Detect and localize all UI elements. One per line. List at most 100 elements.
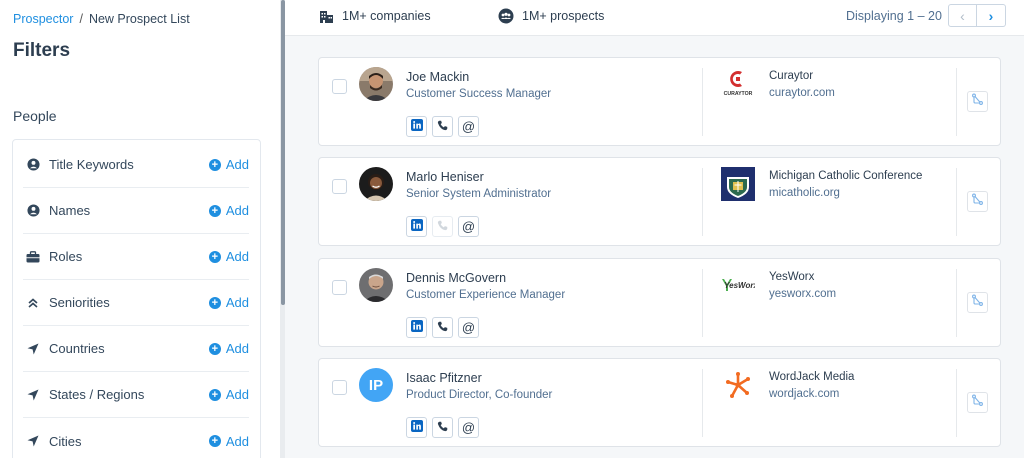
filter-seniorities[interactable]: Seniorities + Add [23, 280, 249, 326]
plus-icon: + [208, 435, 221, 447]
column-divider [956, 68, 957, 136]
phone-button[interactable] [432, 116, 453, 137]
email-button[interactable]: @ [458, 216, 479, 237]
plus-icon: + [208, 204, 221, 217]
add-button[interactable]: + Add [208, 249, 249, 264]
linkedin-button[interactable] [406, 417, 427, 438]
company-domain: micatholic.org [769, 187, 840, 199]
company-name[interactable]: Curaytor [769, 70, 813, 82]
filter-label: Seniorities [49, 295, 110, 310]
filter-countries[interactable]: Countries + Add [23, 326, 249, 372]
location-arrow-icon [26, 434, 40, 448]
linkedin-icon [410, 419, 423, 437]
column-divider [702, 168, 703, 236]
sequence-icon [971, 93, 984, 111]
at-sign-icon: @ [461, 119, 476, 134]
add-button[interactable]: + Add [208, 157, 249, 172]
linkedin-button[interactable] [406, 216, 427, 237]
logo-text: CURAYTOR [724, 91, 753, 97]
enroll-sequence-button[interactable] [967, 292, 988, 313]
filter-label: Title Keywords [49, 157, 134, 172]
add-button[interactable]: + Add [208, 341, 249, 356]
phone-button[interactable] [432, 317, 453, 338]
add-label: Add [225, 341, 249, 356]
phone-icon [437, 419, 448, 437]
avatar [359, 67, 393, 101]
filters-title: Filters [13, 40, 71, 61]
filter-cities[interactable]: Cities + Add [23, 418, 249, 458]
company-domain: curaytor.com [769, 87, 835, 99]
breadcrumb-current: New Prospect List [88, 12, 190, 26]
filter-states-regions[interactable]: States / Regions + Add [23, 372, 249, 418]
filter-title-keywords[interactable]: Title Keywords + Add [23, 142, 249, 188]
select-checkbox[interactable] [332, 280, 347, 295]
column-divider [702, 269, 703, 337]
people-filter-list: Title Keywords + Add Names + Add Roles + Ad… [12, 139, 261, 458]
add-label: Add [225, 387, 249, 402]
pagination: ‹ › [948, 4, 1006, 27]
company-name[interactable]: Michigan Catholic Conference [769, 170, 922, 182]
phone-button[interactable] [432, 417, 453, 438]
next-page-button[interactable]: › [977, 4, 1006, 27]
email-button[interactable]: @ [458, 317, 479, 338]
breadcrumb-prospector-link[interactable]: Prospector [13, 12, 73, 26]
column-divider [956, 269, 957, 337]
location-arrow-icon [26, 388, 40, 402]
select-checkbox[interactable] [332, 179, 347, 194]
prospect-title: Product Director, Co-founder [406, 389, 553, 401]
plus-icon: + [208, 250, 221, 263]
prospect-card[interactable]: Marlo Heniser Senior System Administrato… [318, 157, 1001, 246]
enroll-sequence-button[interactable] [967, 392, 988, 413]
company-domain: yesworx.com [769, 288, 837, 300]
filters-sidebar: Prospector / New Prospect List Filters Peo… [0, 0, 278, 458]
breadcrumb: Prospector / New Prospect List [13, 12, 190, 26]
plus-icon: + [208, 342, 221, 355]
prospect-card[interactable]: Joe Mackin Customer Success Manager @ CU… [318, 57, 1001, 146]
enroll-sequence-button[interactable] [967, 191, 988, 212]
prospect-title: Senior System Administrator [406, 188, 552, 200]
filter-names[interactable]: Names + Add [23, 188, 249, 234]
prospect-name[interactable]: Isaac Pfitzner [406, 371, 482, 385]
breadcrumb-separator: / [79, 12, 83, 26]
add-label: Add [225, 203, 249, 218]
prospect-card[interactable]: IP Isaac Pfitzner Product Director, Co-f… [318, 358, 1001, 447]
email-button[interactable]: @ [458, 116, 479, 137]
prospect-name[interactable]: Joe Mackin [406, 70, 469, 84]
add-button[interactable]: + Add [208, 434, 249, 449]
add-button[interactable]: + Add [208, 295, 249, 310]
company-name[interactable]: YesWorx [769, 271, 814, 283]
linkedin-button[interactable] [406, 317, 427, 338]
prospect-name[interactable]: Marlo Heniser [406, 170, 484, 184]
linkedin-button[interactable] [406, 116, 427, 137]
select-checkbox[interactable] [332, 380, 347, 395]
companies-count: 1M+ companies [342, 9, 431, 23]
add-button[interactable]: + Add [208, 203, 249, 218]
prospect-card[interactable]: Dennis McGovern Customer Experience Mana… [318, 258, 1001, 347]
email-button[interactable]: @ [458, 417, 479, 438]
displaying-range: Displaying 1 – 20 [846, 9, 942, 23]
contact-actions: @ [406, 216, 479, 237]
avatar [359, 268, 393, 302]
filter-roles[interactable]: Roles + Add [23, 234, 249, 280]
sequence-icon [971, 294, 984, 312]
enroll-sequence-button[interactable] [967, 91, 988, 112]
companies-stat: 1M+ companies [318, 8, 431, 24]
add-label: Add [225, 249, 249, 264]
at-sign-icon: @ [461, 420, 476, 435]
add-button[interactable]: + Add [208, 387, 249, 402]
column-divider [702, 369, 703, 437]
company-name[interactable]: WordJack Media [769, 371, 854, 383]
filter-label: States / Regions [49, 387, 145, 402]
plus-icon: + [208, 158, 221, 171]
company-logo: YesWorx [721, 268, 755, 302]
plus-icon: + [208, 388, 221, 401]
prospect-name[interactable]: Dennis McGovern [406, 271, 506, 285]
filter-label: Countries [49, 341, 105, 356]
previous-page-button[interactable]: ‹ [948, 4, 977, 27]
select-checkbox[interactable] [332, 79, 347, 94]
contact-actions: @ [406, 417, 479, 438]
sequence-icon [971, 193, 984, 211]
company-logo [721, 167, 755, 201]
chevron-left-icon: ‹ [960, 7, 965, 24]
building-icon [318, 8, 334, 24]
